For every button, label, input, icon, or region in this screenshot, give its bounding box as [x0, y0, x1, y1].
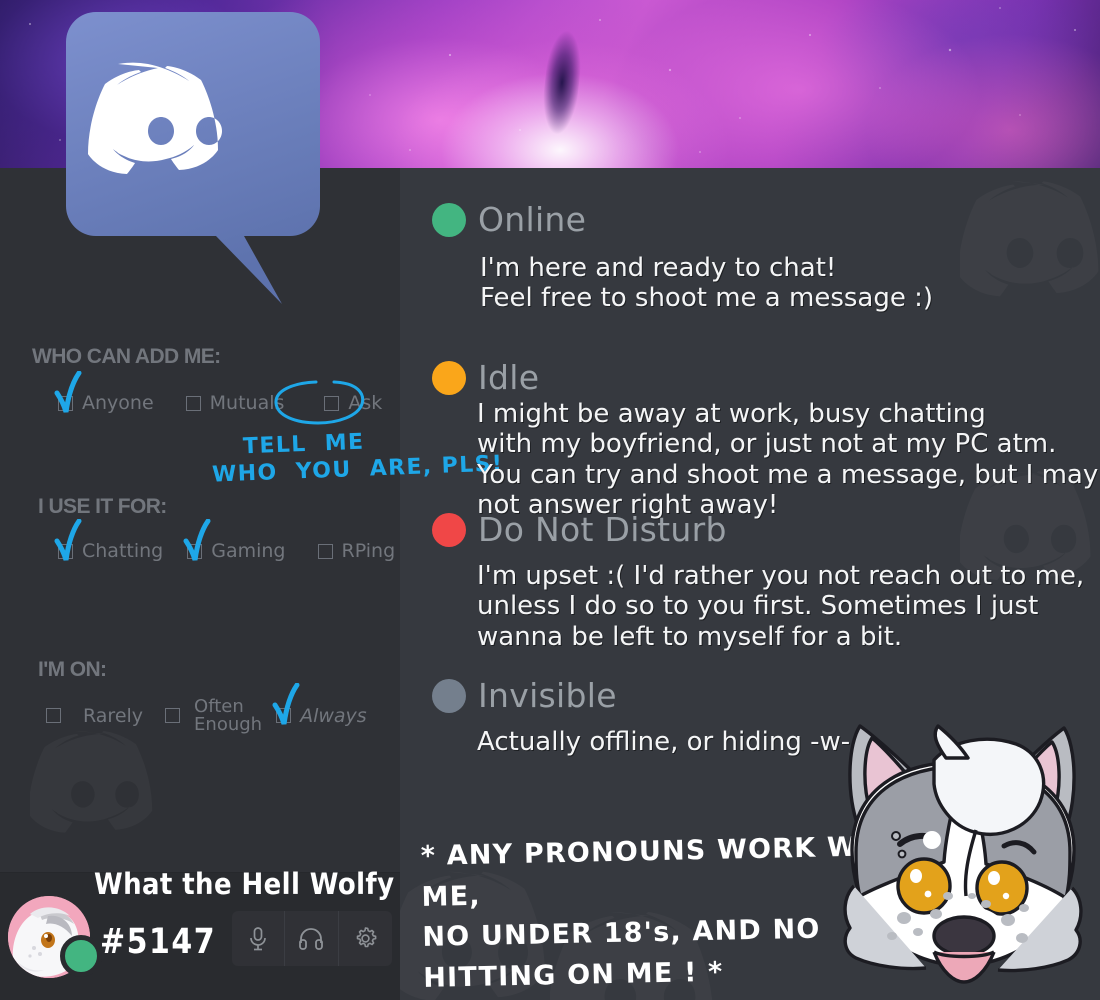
discord-watermark: [960, 178, 1100, 312]
status-dot-invisible: [432, 678, 466, 713]
status-dot-dnd: [432, 512, 466, 547]
option-label-rping: RPing: [341, 540, 396, 562]
option-often-enough[interactable]: Often Enough: [165, 696, 263, 735]
status-invisible: Invisible Actually offline, or hiding -w…: [432, 676, 850, 757]
option-label-always: Always: [300, 704, 367, 727]
mute-button[interactable]: [232, 911, 286, 966]
option-chatting[interactable]: Chatting: [54, 518, 164, 562]
option-label-anyone: Anyone: [82, 392, 154, 414]
option-label-chatting: Chatting: [82, 540, 164, 562]
option-label-gaming: Gaming: [211, 540, 286, 562]
option-row-who-can-add-me: Anyone Mutuals Ask: [54, 370, 400, 414]
option-label-ask: Ask: [348, 392, 383, 414]
option-row-i-use-it-for: Chatting Gaming RPing: [54, 518, 413, 562]
discord-logo: [66, 12, 320, 304]
status-name-online: Online: [478, 200, 587, 239]
status-idle: Idle I might be away at work, busy chatt…: [432, 358, 1098, 521]
disclaimer-note: * ANY PRONOUNS WORK W/ ME, NO UNDER 18's…: [420, 831, 870, 994]
wolf-character-art: [826, 700, 1100, 1000]
user-controls: [232, 911, 392, 966]
status-header: Idle: [432, 358, 1098, 397]
status-description-invisible: Actually offline, or hiding -w-: [477, 727, 851, 757]
status-do-not-disturb: Do Not Disturb I'm upset :( I'd rather y…: [432, 510, 1084, 652]
section-title-i-use-it-for: I USE IT FOR:: [38, 495, 167, 518]
discord-status-card: WHO CAN ADD ME: Anyone Mutuals Ask TELL …: [0, 0, 1100, 1000]
status-description-dnd: I'm upset :( I'd rather you not reach ou…: [477, 561, 1085, 652]
option-anyone[interactable]: Anyone: [54, 370, 154, 414]
option-gaming[interactable]: Gaming: [183, 518, 286, 562]
presence-indicator: [60, 935, 102, 977]
checkbox-rarely[interactable]: [46, 708, 61, 724]
microphone-icon: [250, 926, 266, 950]
checkbox-rping[interactable]: [317, 543, 333, 559]
option-ask[interactable]: Ask: [324, 392, 382, 414]
option-row-im-on: Rarely Often Enough Always: [46, 683, 385, 735]
headphones-icon: [299, 927, 324, 950]
gear-icon: [356, 927, 377, 948]
status-header: Invisible: [432, 676, 850, 715]
discord-watermark: [30, 728, 180, 847]
option-rarely[interactable]: Rarely: [46, 705, 143, 727]
checkbox-always[interactable]: [272, 683, 300, 725]
status-online: Online I'm here and ready to chat! Feel …: [432, 200, 933, 314]
status-name-invisible: Invisible: [478, 676, 617, 715]
status-name-idle: Idle: [478, 358, 540, 397]
checkbox-mutuals[interactable]: [185, 395, 201, 411]
checkbox-anyone[interactable]: [54, 370, 82, 413]
status-name-dnd: Do Not Disturb: [478, 510, 727, 549]
deafen-button[interactable]: [285, 911, 339, 966]
section-title-who-can-add-me: WHO CAN ADD ME:: [32, 345, 221, 368]
status-description-idle: I might be away at work, busy chatting w…: [477, 399, 1099, 521]
option-label-often-enough: Often Enough: [194, 696, 263, 735]
checkbox-chatting[interactable]: [54, 518, 82, 561]
settings-button[interactable]: [339, 911, 392, 966]
checkbox-often-enough[interactable]: [165, 708, 181, 724]
checkbox-gaming[interactable]: [183, 518, 211, 561]
status-dot-idle: [432, 360, 466, 395]
status-dot-online: [432, 202, 466, 237]
status-header: Do Not Disturb: [432, 510, 1084, 549]
option-always[interactable]: Always: [272, 683, 367, 727]
option-label-mutuals: Mutuals: [209, 392, 285, 414]
status-header: Online: [432, 200, 933, 239]
annotation-line-1: TELL ME: [242, 429, 365, 460]
option-rping[interactable]: RPing: [317, 540, 396, 562]
checkbox-ask[interactable]: [324, 395, 340, 411]
option-label-rarely: Rarely: [83, 704, 144, 727]
user-tag: #5147: [100, 922, 217, 963]
option-mutuals[interactable]: Mutuals: [185, 392, 285, 414]
username: What the Hell Wolfy: [94, 868, 395, 902]
section-title-im-on: I'M ON:: [38, 658, 107, 681]
status-description-online: I'm here and ready to chat! Feel free to…: [480, 253, 934, 314]
